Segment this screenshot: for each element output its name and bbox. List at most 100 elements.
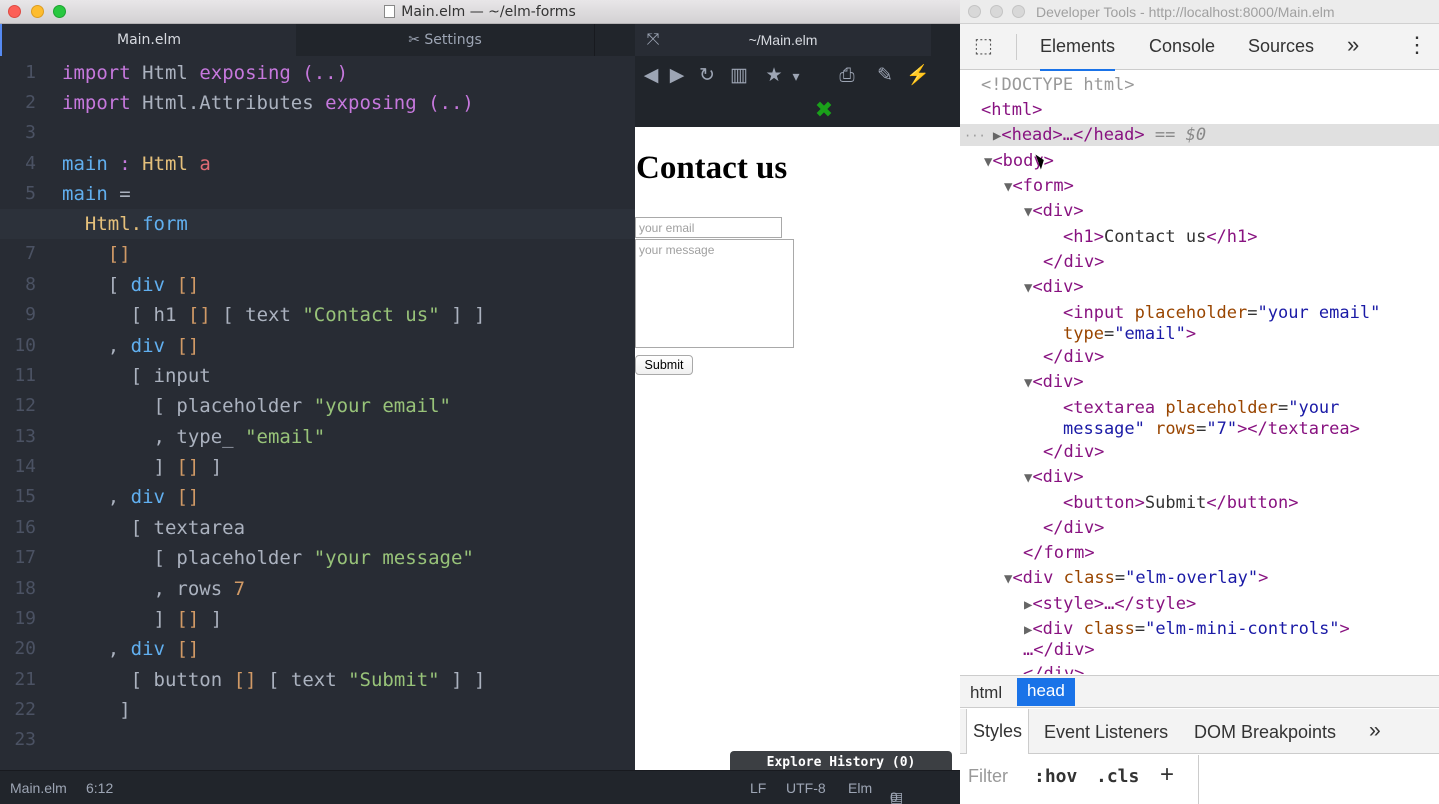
dropdown-icon[interactable]: ▾ (785, 65, 807, 87)
code-line-21: [ button [] [ text "Submit" ] ] (130, 669, 486, 691)
line-number: 3 (25, 122, 36, 143)
zoom-window-button[interactable] (1012, 5, 1025, 18)
explore-history-button[interactable]: Explore History (0) (730, 751, 952, 770)
submit-button[interactable]: Submit (635, 355, 693, 375)
tab-console[interactable]: Console (1149, 36, 1215, 57)
minimize-window-button[interactable] (990, 5, 1003, 18)
tree-textarea[interactable]: <textarea placeholder="your (1063, 397, 1339, 419)
status-file[interactable]: Main.elm (10, 780, 67, 796)
tree-h1[interactable]: <h1>Contact us</h1> (1063, 226, 1258, 248)
code-line-10: , div [] (107, 335, 200, 357)
tree-div-4-close[interactable]: </div> (1043, 517, 1104, 539)
tab-preview[interactable]: ⤧ ~/Main.elm (635, 24, 931, 56)
class-toggle[interactable]: .cls (1096, 766, 1139, 787)
line-number: 13 (14, 426, 36, 447)
code-line-15: , div [] (107, 486, 200, 508)
code-line-9: [ h1 [] [ text "Contact us" ] ] (130, 304, 486, 326)
code-line-13: , type_ "email" (153, 426, 326, 448)
tree-input[interactable]: <input placeholder="your email" (1063, 302, 1380, 324)
tree-div-2-close[interactable]: </div> (1043, 346, 1104, 368)
tab-elements[interactable]: Elements (1040, 36, 1116, 71)
lightning-icon[interactable]: ⚡ (906, 65, 930, 87)
tab-main-elm[interactable]: Main.elm (0, 24, 296, 56)
page-heading: Contact us (636, 150, 788, 186)
favorite-icon[interactable]: ★ (763, 65, 785, 87)
email-input[interactable] (635, 217, 782, 238)
window-title: Main.elm — ~/elm-forms (0, 4, 960, 20)
code-line-18: , rows 7 (153, 578, 246, 600)
code-editor[interactable]: import Html exposing (..) import Html.At… (0, 57, 635, 769)
tree-elm-overlay[interactable]: ▼<div class="elm-overlay"> (1004, 567, 1268, 589)
code-line-6: Html.form (0, 209, 635, 239)
hover-state-toggle[interactable]: :hov (1034, 766, 1077, 787)
tree-div-3[interactable]: ▼<div> (1024, 371, 1084, 393)
line-number: 10 (14, 335, 36, 356)
tree-form-close[interactable]: </form> (1023, 542, 1095, 564)
tree-div-4[interactable]: ▼<div> (1024, 466, 1084, 488)
tree-html[interactable]: <html> (981, 99, 1042, 121)
tree-textarea-cont[interactable]: message" rows="7"></textarea> (1063, 418, 1360, 440)
tab-dom-breakpoints[interactable]: DOM Breakpoints (1194, 722, 1336, 743)
line-number: 9 (25, 304, 36, 325)
tree-div-2[interactable]: ▼<div> (1024, 276, 1084, 298)
tab-sources[interactable]: Sources (1248, 36, 1314, 57)
styles-filter-bar: Filter :hov .cls + (960, 755, 1439, 804)
line-number: 5 (25, 183, 36, 204)
editor-titlebar: Main.elm — ~/elm-forms (0, 0, 960, 24)
tab-settings[interactable]: ✂ Settings (297, 24, 593, 56)
code-line-12: [ placeholder "your email" (153, 395, 451, 417)
back-icon[interactable]: ◀ (640, 65, 662, 87)
tree-mini-controls[interactable]: ▶<div class="elm-mini-controls"> (1024, 618, 1350, 640)
message-textarea[interactable] (635, 239, 794, 348)
line-number: 23 (14, 729, 36, 750)
document-icon (384, 5, 396, 18)
devtools-titlebar: Developer Tools - http://localhost:8000/… (960, 0, 1439, 24)
tree-div-1[interactable]: ▼<div> (1024, 200, 1084, 222)
status-bar: Main.elm 6:12 LF UTF-8 Elm ▤ 0 files (0, 770, 960, 804)
more-tabs-button[interactable]: » (1347, 32, 1359, 58)
preview-toolbar: ◀ ▶ ↻ ▥ ★ ▾ ⎙ ✎ ⚡ ✖ (635, 60, 960, 124)
tree-button[interactable]: <button>Submit</button> (1063, 492, 1298, 514)
tree-form[interactable]: ▼<form> (1004, 175, 1074, 197)
code-line-8: [ div [] (107, 274, 200, 296)
tab-event-listeners[interactable]: Event Listeners (1044, 722, 1168, 743)
line-number: 21 (14, 669, 36, 690)
kebab-menu-icon[interactable]: ⋮ (1406, 32, 1428, 58)
tree-div-1-close[interactable]: </div> (1043, 251, 1104, 273)
tab-overflow[interactable] (594, 24, 635, 56)
breadcrumb-head[interactable]: head (1017, 678, 1075, 706)
status-line-ending[interactable]: LF (750, 780, 766, 796)
tree-input-cont[interactable]: type="email"> (1063, 323, 1196, 345)
tree-mini-controls-close[interactable]: …</div> (1023, 639, 1095, 661)
status-encoding[interactable]: UTF-8 (786, 780, 826, 796)
tree-partial-row[interactable]: </div> (1023, 663, 1084, 674)
status-cursor-position[interactable]: 6:12 (86, 780, 113, 796)
tree-doctype[interactable]: <!DOCTYPE html> (981, 74, 1135, 96)
breadcrumb-html[interactable]: html (970, 683, 1002, 703)
tab-main-label: Main.elm (116, 32, 181, 48)
code-line-17: [ placeholder "your message" (153, 547, 474, 569)
tab-settings-label: Settings (424, 32, 482, 48)
tab-styles[interactable]: Styles (966, 709, 1030, 754)
tree-style[interactable]: ▶<style>…</style> (1024, 593, 1196, 615)
refresh-icon[interactable]: ↻ (696, 65, 718, 87)
tree-div-3-close[interactable]: </div> (1043, 441, 1104, 463)
reader-icon[interactable]: ▥ (728, 65, 750, 87)
print-icon[interactable]: ⎙ (836, 65, 858, 87)
tree-head[interactable]: ··· ▶<head>…</head> == $0 (964, 124, 1206, 146)
line-number: 19 (14, 608, 36, 629)
preview-header: ⤧ ~/Main.elm ◀ ▶ ↻ ▥ ★ ▾ ⎙ ✎ ⚡ ✖ (635, 24, 960, 127)
code-line-14: ] [] ] (153, 456, 223, 478)
close-window-button[interactable] (968, 5, 981, 18)
styles-tab-bar: Styles Event Listeners DOM Breakpoints » (960, 709, 1439, 754)
filter-input[interactable]: Filter (968, 766, 1008, 787)
dom-tree[interactable]: <!DOCTYPE html> <html> ··· ▶<head>…</hea… (960, 71, 1439, 674)
forward-icon[interactable]: ▶ (666, 65, 688, 87)
new-style-rule-button[interactable]: + (1160, 761, 1174, 789)
inspect-element-icon[interactable]: ⬚ (974, 34, 998, 58)
tools-icon[interactable]: ✖ (813, 99, 835, 121)
pin-icon[interactable]: ✎ (874, 65, 896, 87)
status-grammar[interactable]: Elm (848, 780, 872, 796)
code-line-1: import Html exposing (..) (62, 62, 349, 84)
more-subtabs-button[interactable]: » (1369, 719, 1381, 743)
